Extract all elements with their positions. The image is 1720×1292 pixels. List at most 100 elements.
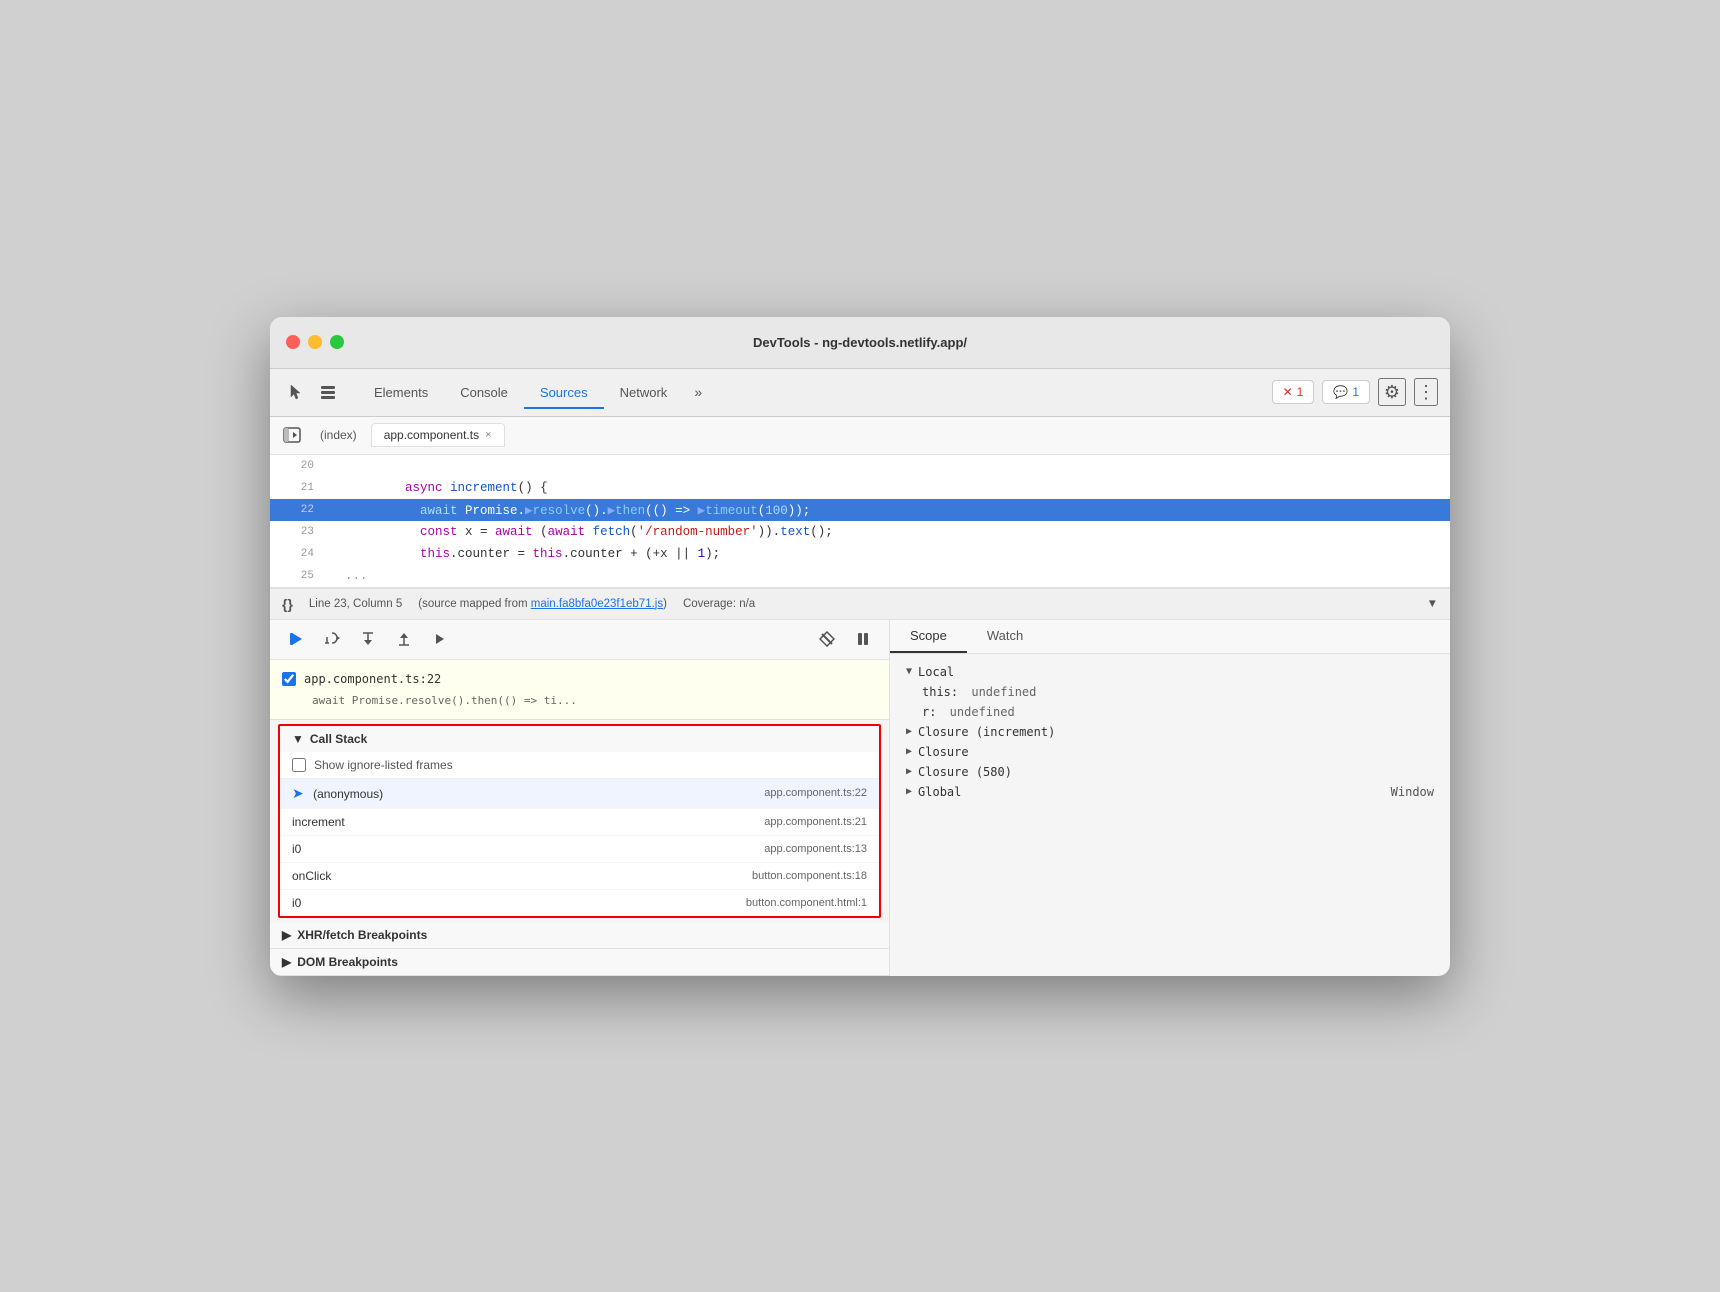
source-map-link[interactable]: main.fa8bfa0e23f1eb71.js — [531, 598, 663, 610]
closure-580-label: Closure (580) — [918, 765, 1012, 779]
pause-on-exceptions-button[interactable] — [849, 625, 877, 653]
call-stack-frame-4[interactable]: onClick button.component.ts:18 — [280, 863, 879, 890]
tab-bar: (index) app.component.ts × — [270, 417, 1450, 455]
source-map-text: (source mapped from main.fa8bfa0e23f1eb7… — [418, 598, 667, 610]
step-out-button[interactable] — [390, 625, 418, 653]
format-icon[interactable]: {} — [282, 596, 293, 612]
cursor-position: Line 23, Column 5 — [309, 598, 402, 610]
closure-label: Closure — [918, 745, 969, 759]
breakpoint-preview: await Promise.resolve().then(() => ti... — [270, 690, 889, 711]
cursor-icon[interactable] — [282, 378, 310, 406]
global-arrow: ▶ — [906, 786, 912, 797]
call-stack-header[interactable]: ▼ Call Stack — [280, 726, 879, 752]
show-ignored-checkbox[interactable] — [292, 758, 306, 772]
error-badge-button[interactable]: ✕ 1 — [1272, 380, 1315, 404]
local-label: Local — [918, 665, 954, 679]
frame-name-5: i0 — [292, 896, 301, 910]
scope-local-header[interactable]: ▼ Local — [890, 662, 1450, 682]
line-num-21: 21 — [278, 482, 314, 494]
nav-tabs: Elements Console Sources Network » — [358, 377, 713, 408]
scope-tab-scope[interactable]: Scope — [890, 620, 967, 653]
code-line-24: 24 this.counter = this.counter + (+x || … — [270, 543, 1450, 565]
frame-loc-3: app.component.ts:13 — [764, 843, 867, 855]
call-stack-section: ▼ Call Stack Show ignore-listed frames ➤… — [278, 724, 881, 918]
devtools-window: DevTools - ng-devtools.netlify.app/ Elem… — [270, 317, 1450, 976]
tab-console[interactable]: Console — [444, 377, 524, 408]
dom-breakpoints-header[interactable]: ▶ DOM Breakpoints — [270, 949, 889, 975]
scope-closure-increment[interactable]: ▶ Closure (increment) — [890, 722, 1450, 742]
tab-network[interactable]: Network — [604, 377, 684, 408]
window-title: DevTools - ng-devtools.netlify.app/ — [753, 335, 967, 350]
call-stack-frame-3[interactable]: i0 app.component.ts:13 — [280, 836, 879, 863]
file-tab-close[interactable]: × — [485, 429, 491, 441]
frame-loc-2: app.component.ts:21 — [764, 816, 867, 828]
debugger-toolbar — [270, 620, 889, 660]
frame-name-2: increment — [292, 815, 345, 829]
sidebar-toggle-icon[interactable] — [278, 421, 306, 449]
title-bar: DevTools - ng-devtools.netlify.app/ — [270, 317, 1450, 369]
code-editor[interactable]: 20 21 async increment() { 22 await Promi… — [270, 455, 1450, 588]
step-button[interactable] — [426, 625, 454, 653]
breakpoint-list: app.component.ts:22 await Promise.resolv… — [270, 660, 889, 720]
scope-closure-580[interactable]: ▶ Closure (580) — [890, 762, 1450, 782]
r-key: r: — [922, 705, 936, 719]
chevron-icon[interactable]: ▼ — [1427, 598, 1438, 610]
line-num-23: 23 — [278, 526, 314, 538]
step-into-button[interactable] — [354, 625, 382, 653]
toolbar-icon-group — [282, 378, 342, 406]
info-badge-button[interactable]: 💬 1 — [1322, 380, 1370, 404]
breakpoint-checkbox[interactable] — [282, 672, 296, 686]
code-text-24: this.counter = this.counter + (+x || 1); — [330, 533, 720, 575]
call-stack-inner: ▼ Call Stack Show ignore-listed frames ➤… — [280, 726, 879, 916]
active-frame-indicator: ➤ (anonymous) — [292, 785, 383, 802]
layers-icon[interactable] — [314, 378, 342, 406]
error-icon: ✕ — [1283, 385, 1293, 399]
traffic-lights — [286, 335, 344, 349]
code-text-25: ... — [330, 569, 368, 583]
xhr-breakpoints-section: ▶ XHR/fetch Breakpoints — [270, 922, 889, 949]
this-val: undefined — [964, 685, 1036, 699]
frame-name-1: (anonymous) — [313, 787, 383, 801]
index-tab[interactable]: (index) — [310, 424, 367, 446]
minimize-button[interactable] — [308, 335, 322, 349]
right-panel: Scope Watch ▼ Local this: undefined r: — [890, 620, 1450, 976]
show-ignored-row: Show ignore-listed frames — [280, 752, 879, 779]
frame-loc-1: app.component.ts:22 — [764, 787, 867, 799]
scope-global[interactable]: ▶ Global Window — [890, 782, 1450, 802]
global-window-label: Window — [1391, 785, 1434, 799]
call-stack-frame-5[interactable]: i0 button.component.html:1 — [280, 890, 879, 916]
breakpoint-item: app.component.ts:22 — [270, 668, 889, 690]
close-button[interactable] — [286, 335, 300, 349]
scope-closure[interactable]: ▶ Closure — [890, 742, 1450, 762]
line-num-22: 22 — [278, 504, 314, 516]
resume-button[interactable] — [282, 625, 310, 653]
info-count: 1 — [1352, 385, 1359, 399]
step-over-button[interactable] — [318, 625, 346, 653]
xhr-breakpoints-label: XHR/fetch Breakpoints — [297, 928, 427, 942]
scope-this: this: undefined — [890, 682, 1450, 702]
line-num-25: 25 — [278, 570, 314, 582]
file-tab[interactable]: app.component.ts × — [371, 423, 505, 447]
dom-expand-arrow: ▶ — [282, 955, 291, 969]
call-stack-frame-2[interactable]: increment app.component.ts:21 — [280, 809, 879, 836]
maximize-button[interactable] — [330, 335, 344, 349]
info-icon: 💬 — [1333, 385, 1348, 399]
call-stack-label: Call Stack — [310, 732, 367, 746]
scope-tab-watch[interactable]: Watch — [967, 620, 1043, 653]
tab-elements[interactable]: Elements — [358, 377, 444, 408]
frame-loc-5: button.component.html:1 — [746, 897, 867, 909]
bottom-panel: app.component.ts:22 await Promise.resolv… — [270, 620, 1450, 976]
main-toolbar: Elements Console Sources Network » ✕ 1 💬 — [270, 369, 1450, 417]
xhr-breakpoints-header[interactable]: ▶ XHR/fetch Breakpoints — [270, 922, 889, 948]
more-tabs-button[interactable]: » — [683, 384, 713, 400]
scope-tabs: Scope Watch — [890, 620, 1450, 654]
more-menu-icon[interactable]: ⋮ — [1414, 378, 1438, 406]
call-stack-frame-1[interactable]: ➤ (anonymous) app.component.ts:22 — [280, 779, 879, 809]
tab-sources[interactable]: Sources — [524, 377, 604, 408]
frame-name-3: i0 — [292, 842, 301, 856]
deactivate-breakpoints-button[interactable] — [813, 625, 841, 653]
scope-r: r: undefined — [890, 702, 1450, 722]
toolbar-right: ✕ 1 💬 1 ⚙ ⋮ — [1272, 378, 1438, 406]
this-key: this: — [922, 685, 958, 699]
settings-icon[interactable]: ⚙ — [1378, 378, 1406, 406]
